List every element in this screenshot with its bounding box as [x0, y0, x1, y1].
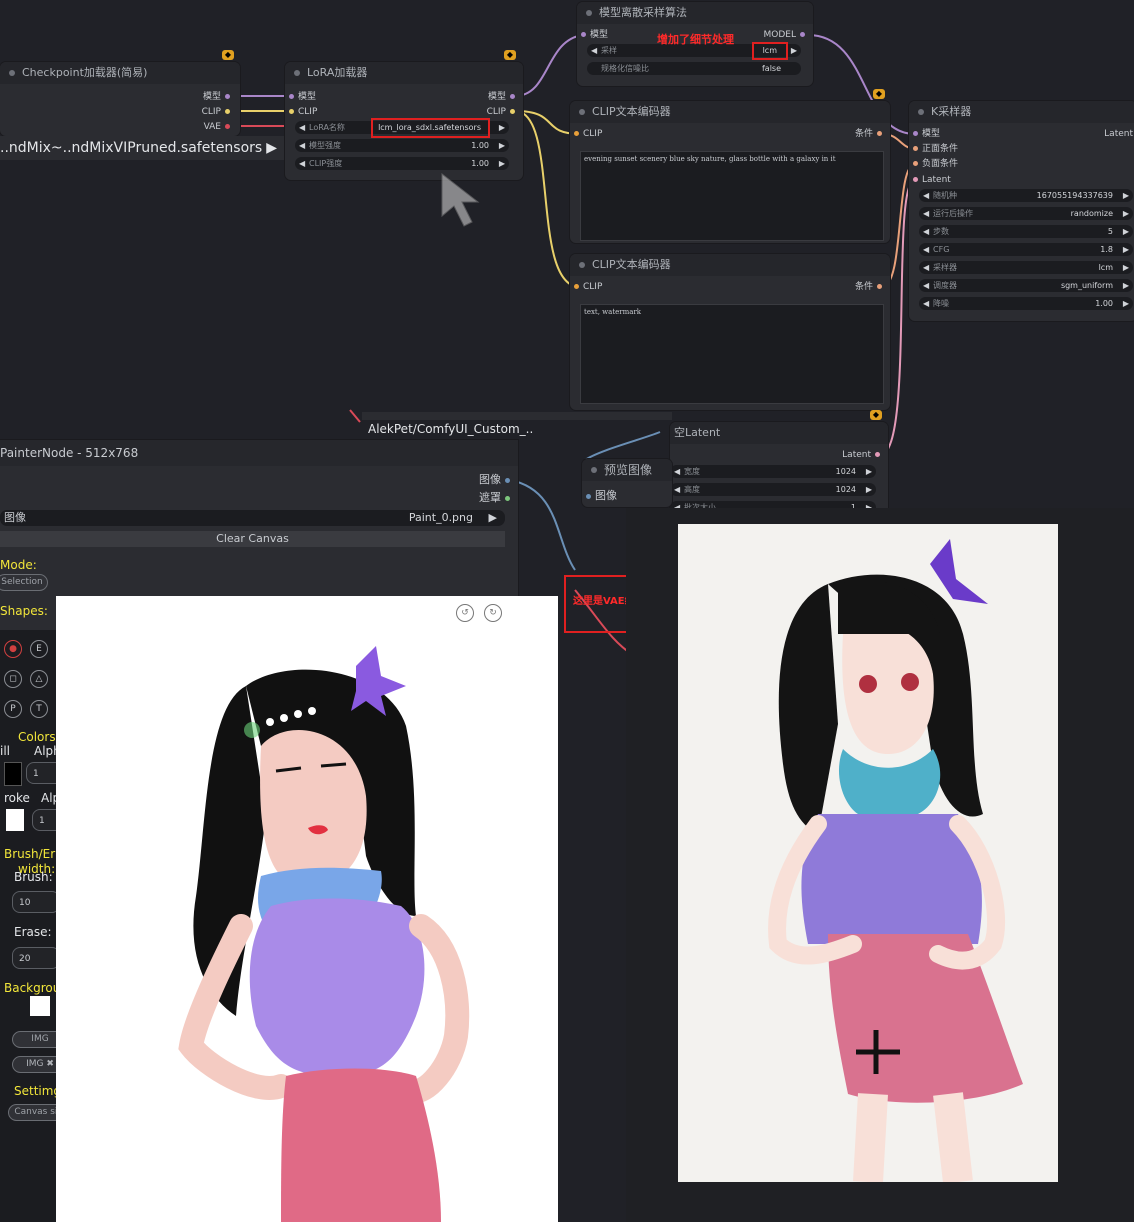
annotation-detail: 增加了细节处理 — [657, 33, 734, 46]
node-title: 模型离散采样算法 — [577, 2, 813, 24]
input-clip[interactable]: CLIP — [570, 127, 602, 141]
shape-rect-button[interactable]: ◻ — [4, 670, 22, 688]
shape-path-button[interactable]: P — [4, 700, 22, 718]
node-title: PainterNode - 512x768 — [0, 440, 518, 466]
input-negative[interactable]: 负面条件 — [909, 157, 958, 171]
output-image[interactable]: 图像 — [479, 473, 514, 487]
output-conditioning[interactable]: 条件 — [855, 127, 886, 141]
sampling-lcm-highlight — [752, 42, 788, 60]
output-model[interactable]: 模型 — [203, 90, 234, 104]
node-badge-icon: ◆ — [504, 50, 516, 60]
sketch-drawing — [178, 646, 470, 1222]
node-title: K采样器 — [909, 101, 1134, 123]
checkpoint-loader-node[interactable]: Checkpoint加载器(简易) ◆ 模型 CLIP VAE — [0, 50, 240, 136]
erase-label: Erase: — [14, 925, 52, 939]
positive-prompt-textarea[interactable]: evening sunset scenery blue sky nature, … — [580, 151, 884, 241]
shape-ellipse-button[interactable]: ● — [4, 640, 22, 658]
ks-seed-widget[interactable]: ◀ 随机种 167055194337639 ▶ — [919, 189, 1133, 202]
node-title: Checkpoint加载器(简易) — [0, 62, 240, 84]
node-badge-icon: ◆ — [870, 410, 882, 420]
node-title: 空Latent — [670, 422, 888, 444]
mode-label: Mode: — [0, 558, 37, 572]
zsnr-widget[interactable]: 规格化信噪比 false — [587, 62, 801, 75]
node-title: LoRA加载器 — [285, 62, 523, 84]
ckpt-name-widget[interactable]: ..ndMix~..ndMixVIPruned.safetensors ▶ — [0, 136, 285, 160]
input-model[interactable]: 模型 — [285, 90, 316, 104]
node-title: CLIP文本编码器 — [570, 101, 890, 123]
generated-image[interactable] — [678, 524, 1058, 1184]
generated-anime-girl — [768, 539, 1023, 1184]
input-image[interactable]: 图像 — [582, 489, 617, 503]
lora-clip-strength-widget[interactable]: ◀ CLIP强度 1.00 ▶ — [295, 157, 509, 170]
output-conditioning[interactable]: 条件 — [855, 280, 886, 294]
background-color-swatch[interactable] — [30, 996, 50, 1016]
shape-triangle-button[interactable]: △ — [30, 670, 48, 688]
negative-prompt-textarea[interactable]: text, watermark — [580, 304, 884, 404]
brush-label: Brush: — [14, 870, 53, 884]
ks-control-widget[interactable]: ◀ 运行后操作 randomize ▶ — [919, 207, 1133, 220]
clip-text-encode-negative-node[interactable]: CLIP文本编码器 CLIP 条件 text, watermark — [570, 254, 890, 410]
lora-model-strength-widget[interactable]: ◀ 模型强度 1.00 ▶ — [295, 139, 509, 152]
group-divider — [362, 412, 672, 420]
input-clip[interactable]: CLIP — [570, 280, 602, 294]
shapes-label: Shapes: — [0, 604, 48, 618]
clip-text-encode-positive-node[interactable]: CLIP文本编码器 ◆ CLIP 条件 evening sunset scene… — [570, 89, 890, 243]
ks-cfg-widget[interactable]: ◀ CFG 1.8 ▶ — [919, 243, 1133, 256]
shape-e-button[interactable]: E — [30, 640, 48, 658]
brush-width-input[interactable]: 10 — [12, 891, 60, 913]
latent-width-widget[interactable]: ◀ 宽度 1024 ▶ — [670, 465, 876, 478]
ks-sampler-widget[interactable]: ◀ 采样器 lcm ▶ — [919, 261, 1133, 274]
arrow-right-icon: ▶ — [266, 140, 277, 156]
output-clip[interactable]: CLIP — [487, 105, 519, 119]
latent-height-widget[interactable]: ◀ 高度 1024 ▶ — [670, 483, 876, 496]
node-title: CLIP文本编码器 — [570, 254, 890, 276]
fill-color-swatch[interactable] — [4, 762, 22, 786]
node-badge-icon: ◆ — [873, 89, 885, 99]
output-model[interactable]: MODEL — [764, 28, 809, 42]
output-mask[interactable]: 遮罩 — [479, 491, 514, 505]
empty-latent-node[interactable]: 空Latent ◆ Latent ◀宽度1024▶ ◀高度1024▶ ◀批次大小… — [670, 410, 888, 520]
colors-label: Colors: — [18, 730, 60, 744]
node-title: 预览图像 — [582, 459, 672, 481]
mode-select[interactable]: Selection — [0, 574, 48, 591]
lora-name-highlight — [371, 118, 490, 138]
input-latent[interactable]: Latent — [909, 173, 951, 187]
ks-denoise-widget[interactable]: ◀ 降噪 1.00 ▶ — [919, 297, 1133, 310]
preview-image-node[interactable]: 预览图像 图像 — [582, 459, 672, 507]
output-vae[interactable]: VAE — [204, 120, 234, 134]
image-select-widget[interactable]: 图像 Paint_0.png ▶ — [0, 510, 505, 526]
ks-steps-widget[interactable]: ◀ 步数 5 ▶ — [919, 225, 1133, 238]
fill-label: ill — [0, 744, 11, 758]
output-latent[interactable]: Latent — [1104, 127, 1133, 141]
output-latent[interactable]: Latent — [842, 448, 884, 462]
painter-canvas[interactable]: ↺ ↻ — [56, 596, 558, 1222]
shape-text-button[interactable]: T — [30, 700, 48, 718]
input-positive[interactable]: 正面条件 — [909, 142, 958, 156]
input-model[interactable]: 模型 — [909, 127, 940, 141]
erase-width-input[interactable]: 20 — [12, 947, 60, 969]
input-clip[interactable]: CLIP — [285, 105, 317, 119]
output-clip[interactable]: CLIP — [202, 105, 234, 119]
stroke-color-swatch[interactable] — [6, 809, 24, 831]
ksampler-node[interactable]: K采样器 模型 正面条件 负面条件 Latent Latent ◀ 随机种 1670… — [909, 101, 1134, 321]
ks-scheduler-widget[interactable]: ◀ 调度器 sgm_uniform ▶ — [919, 279, 1133, 292]
output-model[interactable]: 模型 — [488, 90, 519, 104]
stroke-label: roke — [4, 791, 30, 805]
group-label: AlekPet/ComfyUI_Custom_.. — [368, 422, 534, 436]
clear-canvas-button[interactable]: Clear Canvas — [0, 531, 505, 547]
node-badge-icon: ◆ — [222, 50, 234, 60]
input-model[interactable]: 模型 — [577, 28, 608, 42]
mouse-cursor-icon — [438, 172, 486, 232]
